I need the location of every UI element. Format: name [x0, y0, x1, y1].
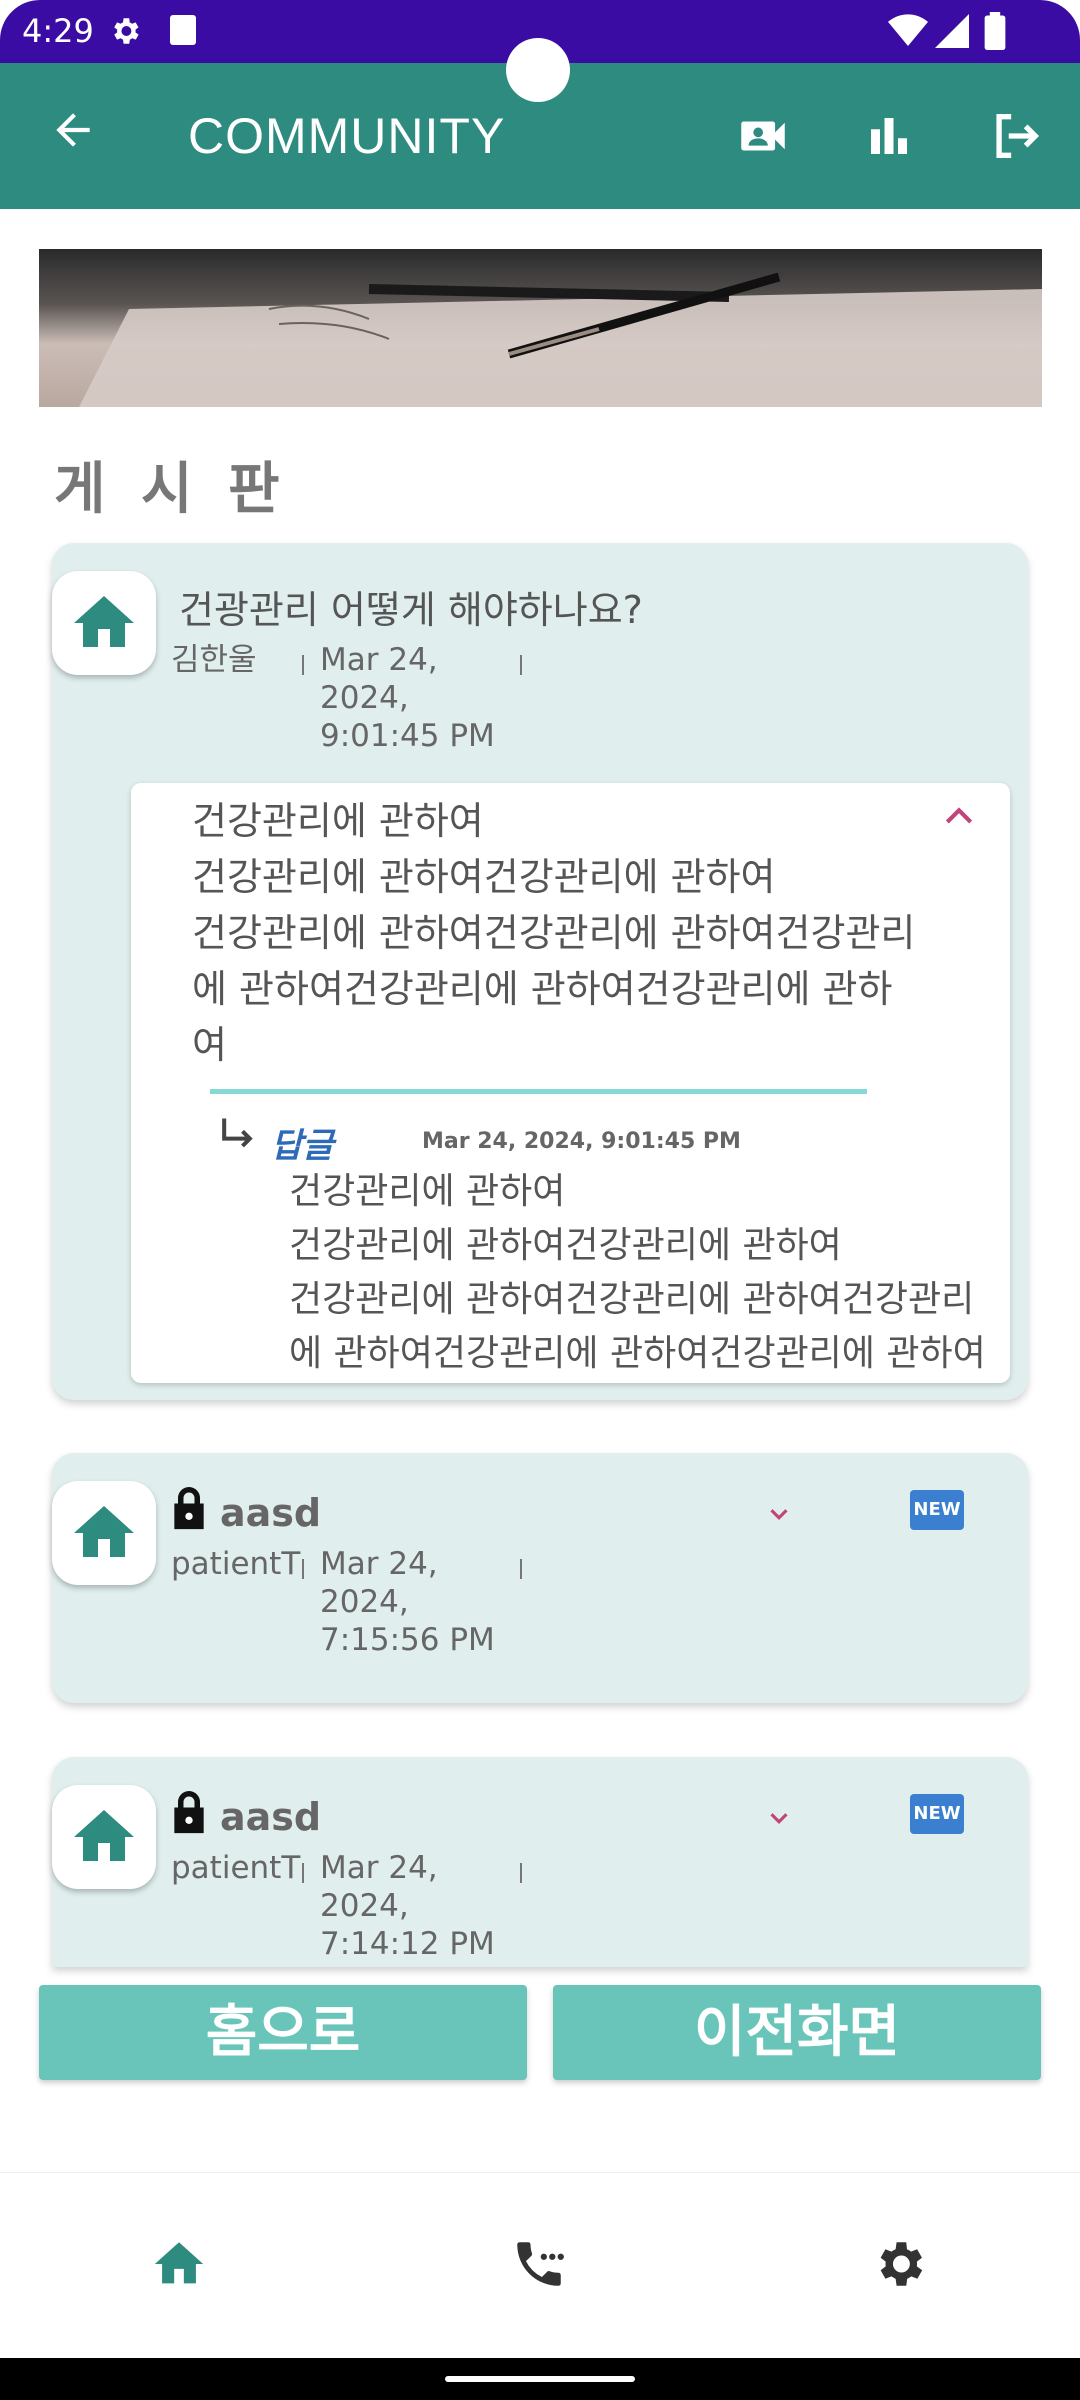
home-icon[interactable]	[150, 2235, 208, 2293]
post-date-line3: 7:14:12 PM	[320, 1926, 495, 1962]
avatar	[52, 1785, 156, 1889]
new-badge: NEW	[910, 1794, 964, 1834]
back-arrow-icon[interactable]	[48, 105, 98, 155]
bottom-nav	[0, 2172, 1080, 2361]
lock-icon	[174, 1791, 204, 1834]
home-button[interactable]: 홈으로	[39, 1985, 527, 2080]
chevron-up-icon[interactable]	[939, 797, 979, 837]
camera-cutout	[506, 38, 570, 102]
section-title: 게 시 판	[54, 457, 288, 522]
meta-separator	[520, 655, 522, 675]
post-title: aasd	[220, 1491, 322, 1535]
chevron-down-icon[interactable]	[764, 1499, 794, 1529]
page-title: COMMUNITY	[188, 108, 506, 164]
post-date-line1: Mar 24,	[320, 1546, 438, 1582]
reply-date: Mar 24, 2024, 9:01:45 PM	[422, 1129, 741, 1154]
home-icon	[74, 1810, 134, 1861]
video-call-icon[interactable]	[734, 107, 792, 165]
post-author: 김한울	[171, 642, 257, 678]
reply-label: 답글	[271, 1126, 334, 1166]
meta-separator	[302, 1559, 304, 1579]
post-title: 건광관리 어떻게 해야하나요?	[179, 588, 643, 632]
battery-icon	[984, 12, 1006, 50]
wifi-icon	[888, 14, 928, 47]
home-icon	[74, 596, 134, 647]
post-content: 건강관리에 관하여 건강관리에 관하여건강관리에 관하여 건강관리에 관하여건강…	[192, 799, 916, 1067]
gear-icon	[114, 18, 139, 44]
phone-icon[interactable]	[510, 2235, 568, 2293]
bar-chart-icon[interactable]	[862, 109, 916, 163]
post-date-line1: Mar 24,	[320, 642, 438, 678]
signal-icon	[935, 14, 969, 48]
post-title: aasd	[220, 1795, 322, 1839]
gesture-bar	[0, 2358, 1080, 2400]
banner-image	[39, 249, 1042, 407]
post-author: patientT	[171, 1546, 301, 1582]
status-time: 4:29	[22, 12, 94, 50]
meta-separator	[302, 655, 304, 675]
post-card[interactable]: aasd NEW patientT Mar 24, 2024, 7:15:56 …	[52, 1453, 1028, 1703]
avatar	[52, 571, 156, 675]
reply-text: 건강관리에 관하여 건강관리에 관하여건강관리에 관하여 건강관리에 관하여건강…	[289, 1171, 986, 1374]
post-content-box: 건강관리에 관하여 건강관리에 관하여건강관리에 관하여 건강관리에 관하여건강…	[131, 783, 1010, 1383]
reply-arrow-icon	[222, 1118, 253, 1148]
post-date-line2: 2024,	[320, 680, 409, 716]
new-badge: NEW	[910, 1490, 964, 1530]
home-icon	[74, 1506, 134, 1557]
reply-divider	[210, 1089, 867, 1094]
post-date-line2: 2024,	[320, 1888, 409, 1924]
logout-icon[interactable]	[986, 107, 1046, 165]
back-button[interactable]: 이전화면	[553, 1985, 1041, 2080]
post-date-line1: Mar 24,	[320, 1850, 438, 1886]
avatar	[52, 1481, 156, 1585]
post-date-line3: 9:01:45 PM	[320, 718, 495, 754]
meta-separator	[302, 1863, 304, 1883]
post-card[interactable]: aasd NEW patientT Mar 24, 2024, 7:14:12 …	[52, 1757, 1028, 1967]
gesture-handle[interactable]	[445, 2376, 635, 2382]
meta-separator	[520, 1559, 522, 1579]
post-date-line2: 2024,	[320, 1584, 409, 1620]
settings-icon[interactable]	[870, 2235, 928, 2293]
meta-separator	[520, 1863, 522, 1883]
post-author: patientT	[171, 1850, 301, 1886]
a-icon	[170, 15, 196, 45]
chevron-down-icon[interactable]	[764, 1803, 794, 1833]
lock-icon	[174, 1487, 204, 1530]
post-date-line3: 7:15:56 PM	[320, 1622, 495, 1658]
